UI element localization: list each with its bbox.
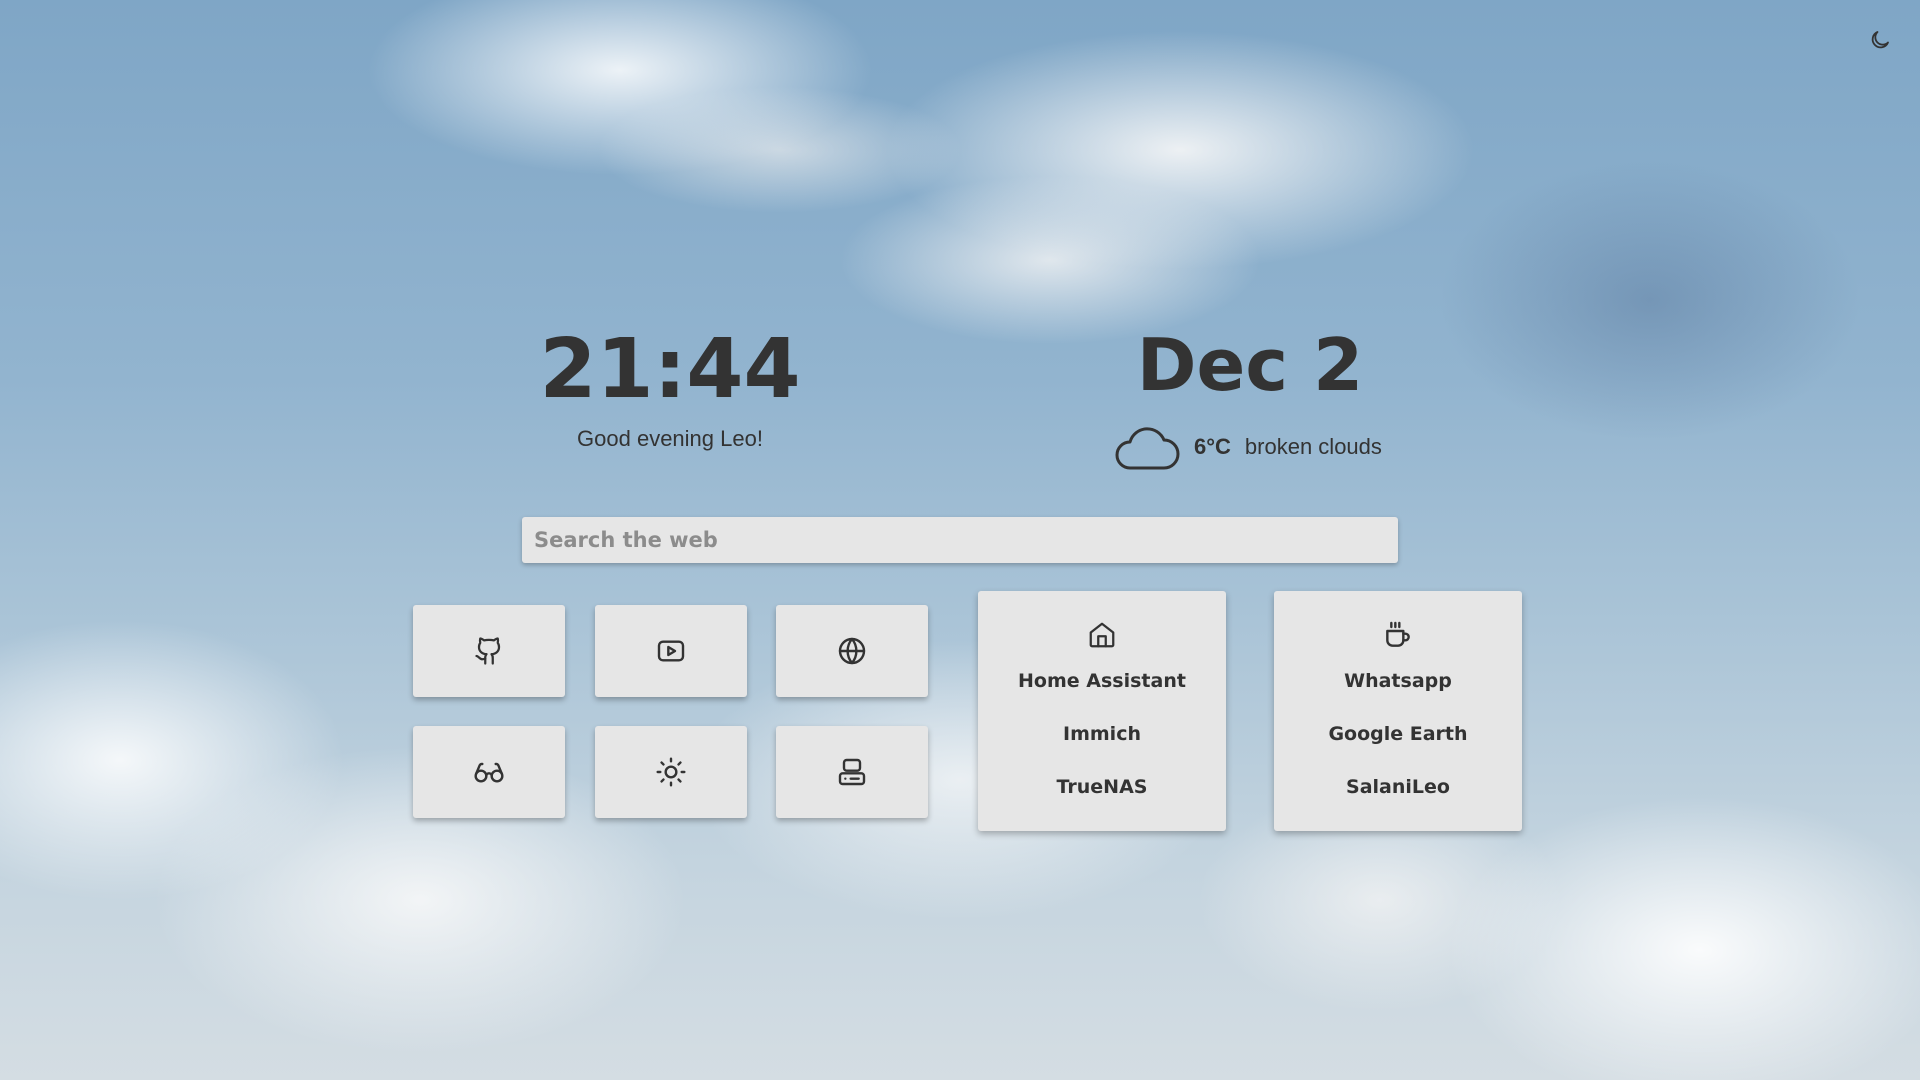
globe-icon <box>838 637 866 665</box>
weather-temperature: 6°C <box>1194 434 1231 459</box>
glasses-icon <box>474 762 504 783</box>
date-widget: Dec 2 <box>1100 318 1400 412</box>
link-card-coffee: Whatsapp Google Earth SalaniLeo <box>1274 591 1522 831</box>
card-icon-wrapper <box>1382 619 1414 651</box>
coffee-icon <box>1386 621 1410 647</box>
sun-icon <box>656 757 686 787</box>
greeting-text: Good evening Leo! <box>577 426 763 451</box>
link-immich[interactable]: Immich <box>1063 718 1141 751</box>
clock-time: 21:44 <box>539 322 801 417</box>
card-icon-wrapper <box>1087 619 1117 651</box>
link-whatsapp[interactable]: Whatsapp <box>1344 665 1452 698</box>
link-google-earth[interactable]: Google Earth <box>1328 718 1467 751</box>
shortcut-youtube[interactable] <box>595 605 747 697</box>
cloud-icon <box>1115 427 1180 470</box>
search-bar[interactable] <box>522 517 1398 563</box>
search-input[interactable] <box>532 527 1388 553</box>
weather-widget: 6°C broken clouds <box>1110 420 1382 474</box>
date-text: Dec 2 <box>1136 323 1364 407</box>
theme-toggle-button[interactable] <box>1866 26 1894 54</box>
weather-description: broken clouds <box>1244 434 1382 459</box>
link-salanileo[interactable]: SalaniLeo <box>1346 771 1450 804</box>
shortcut-server[interactable] <box>776 726 928 818</box>
moon-icon <box>1871 31 1889 49</box>
shortcut-glasses[interactable] <box>413 726 565 818</box>
server-icon <box>838 758 866 786</box>
link-truenas[interactable]: TrueNAS <box>1057 771 1148 804</box>
clock-widget: 21:44 Good evening Leo! <box>520 320 820 452</box>
link-card-home: Home Assistant Immich TrueNAS <box>978 591 1226 831</box>
home-icon <box>1089 622 1115 648</box>
link-home-assistant[interactable]: Home Assistant <box>1018 665 1186 698</box>
github-icon <box>475 637 501 665</box>
shortcut-github[interactable] <box>413 605 565 697</box>
youtube-icon <box>657 640 685 662</box>
shortcut-globe[interactable] <box>776 605 928 697</box>
shortcut-sun[interactable] <box>595 726 747 818</box>
